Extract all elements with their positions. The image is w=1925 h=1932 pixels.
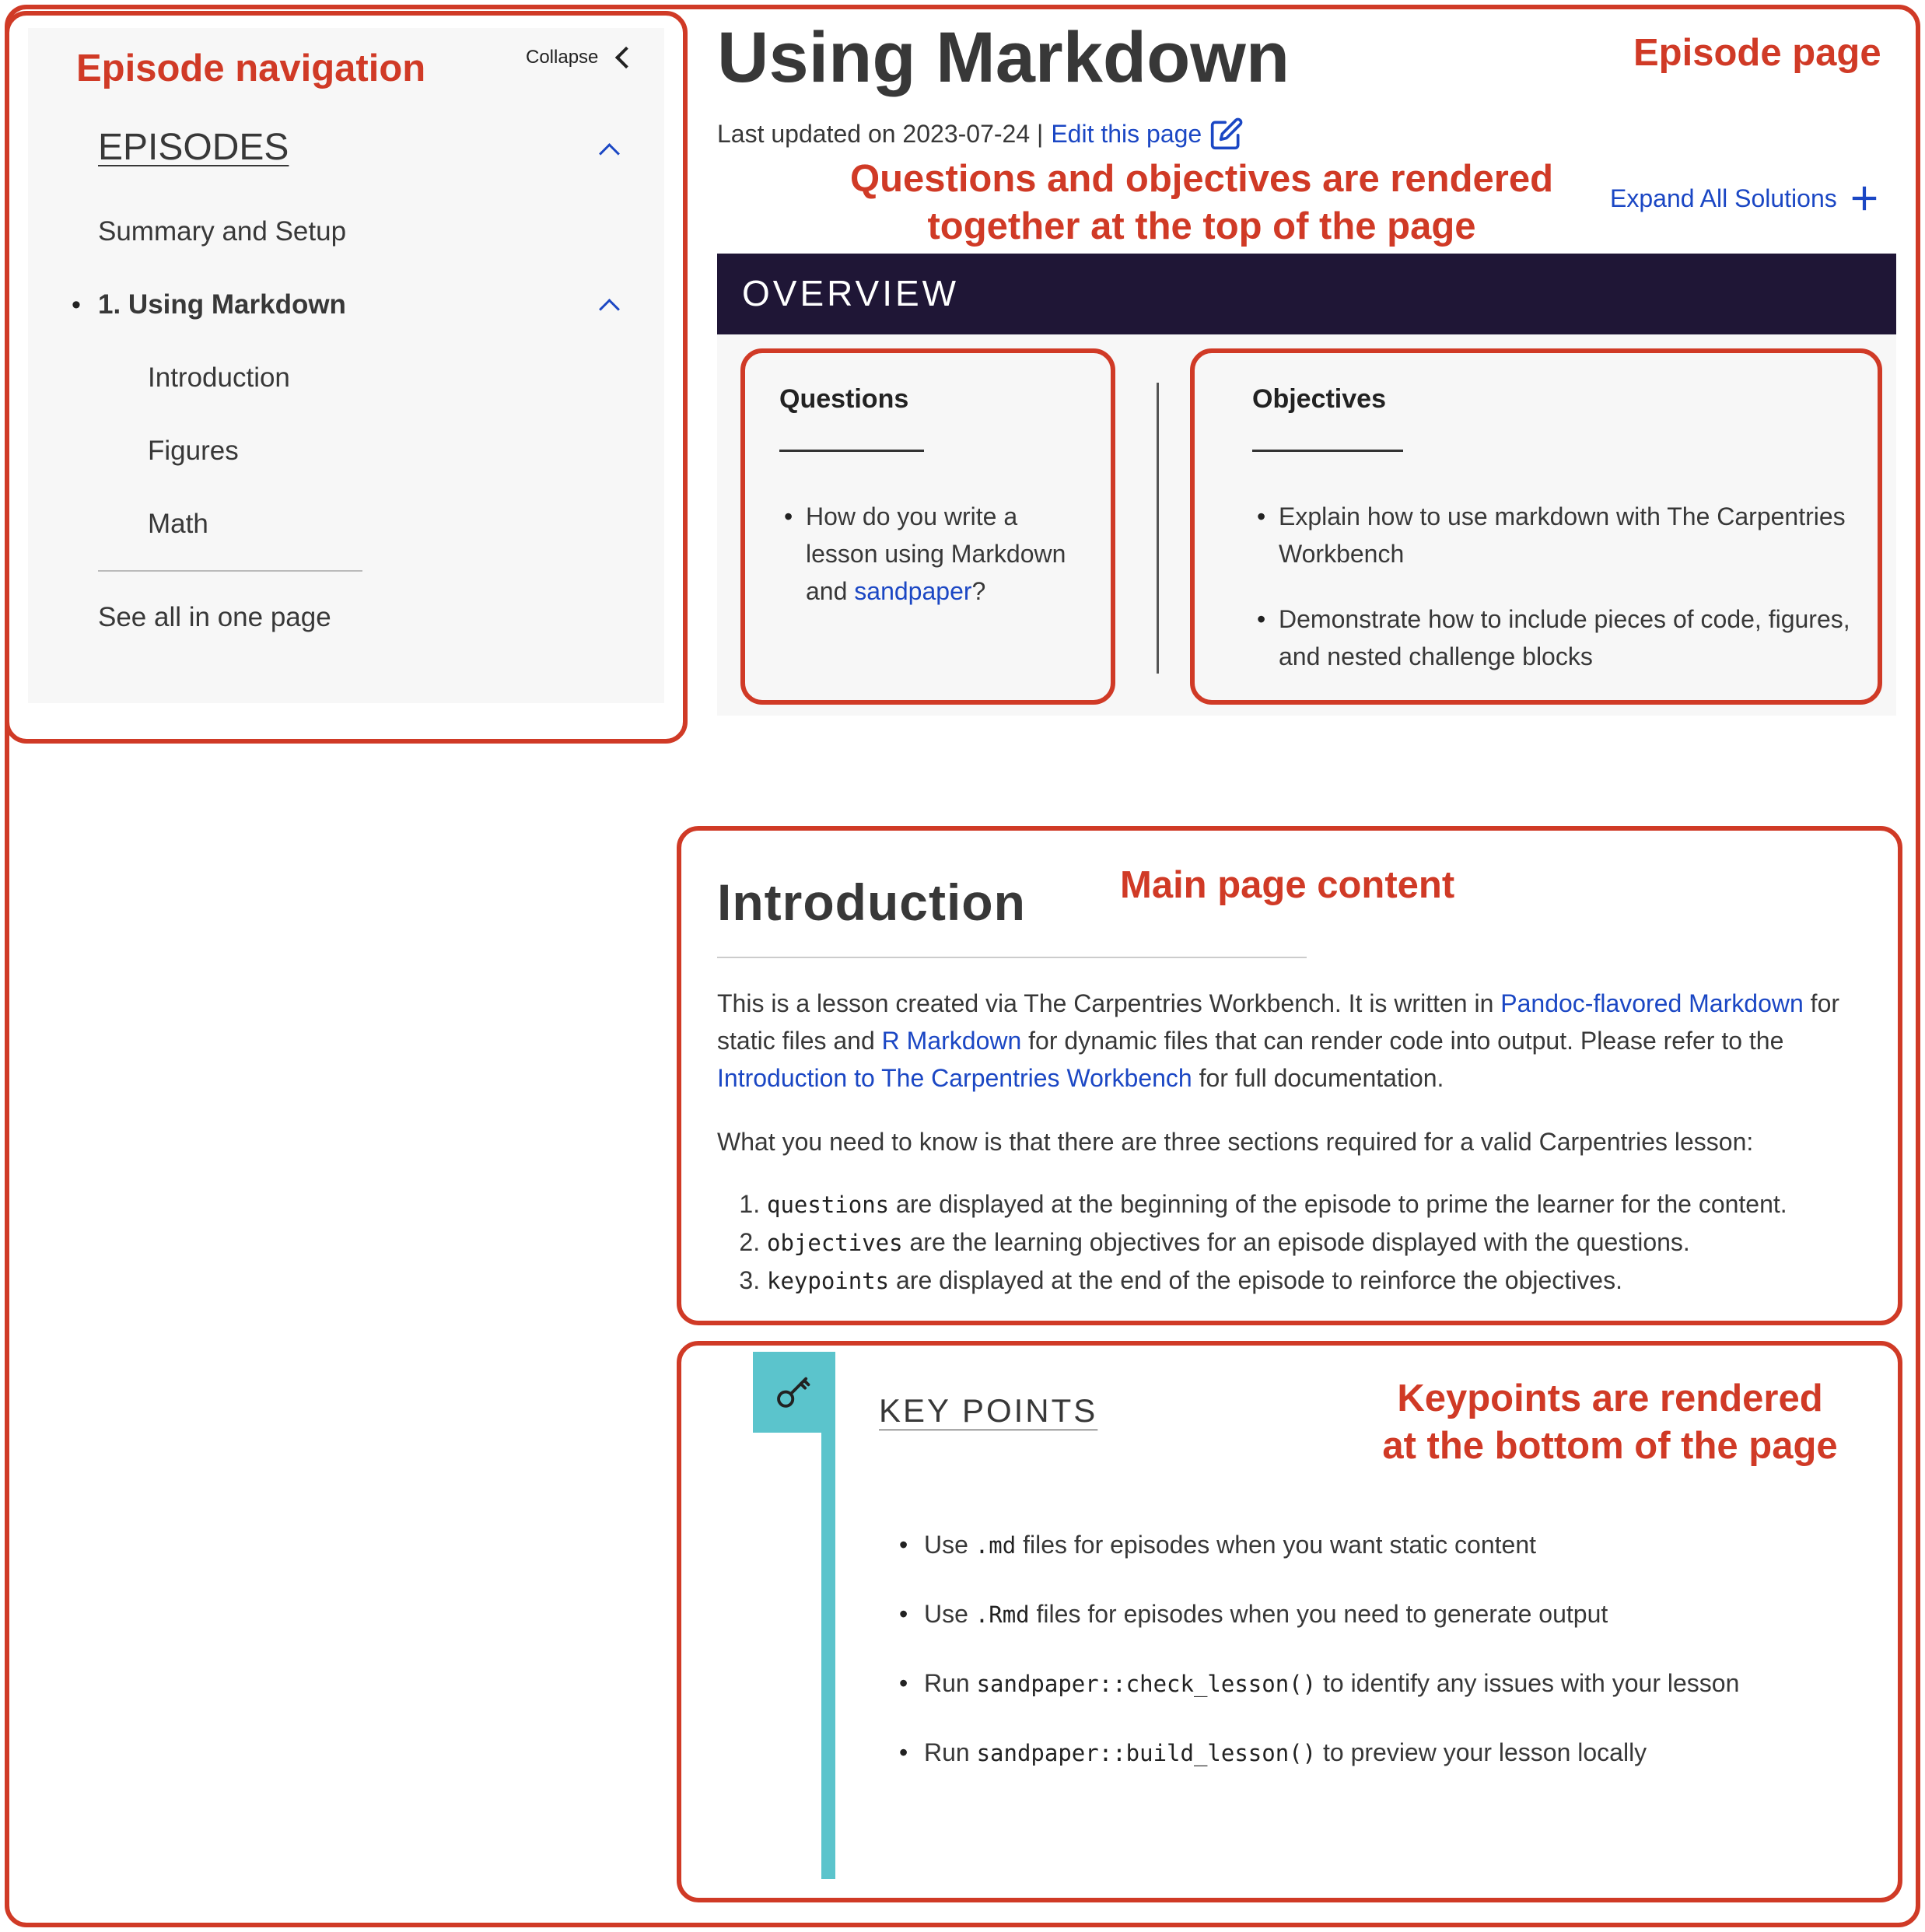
objectives-list: Explain how to use markdown with The Car… — [1252, 498, 1867, 675]
list-item: Explain how to use markdown with The Car… — [1252, 498, 1867, 572]
keypoints-icon-tab — [753, 1352, 835, 1433]
keypoints-list: Use .md files for episodes when you want… — [894, 1526, 1874, 1803]
sidebar-item-using-markdown[interactable]: • 1. Using Markdown — [72, 289, 346, 320]
list-item: questions are displayed at the beginning… — [767, 1185, 1925, 1223]
intro-paragraph: This is a lesson created via The Carpent… — [717, 989, 1840, 1092]
list-item: Use .Rmd files for episodes when you nee… — [894, 1595, 1874, 1664]
collapse-label: Collapse — [526, 47, 599, 68]
last-updated-line: Last updated on 2023-07-24 | Edit this p… — [717, 117, 1244, 151]
keypoints-heading: KEY POINTS — [879, 1392, 1098, 1429]
required-sections-list: questions are displayed at the beginning… — [717, 1185, 1925, 1300]
sidebar-subitem-figures[interactable]: Figures — [148, 436, 239, 467]
questions-title: Questions — [779, 384, 909, 414]
sidebar-subitem-math[interactable]: Math — [148, 509, 208, 540]
expand-all-solutions-button[interactable]: Expand All Solutions — [1610, 184, 1879, 213]
edit-icon[interactable] — [1209, 117, 1244, 151]
sidebar-item-summary-and-setup[interactable]: Summary and Setup — [98, 216, 346, 247]
workbench-intro-link[interactable]: Introduction to The Carpentries Workbenc… — [717, 1064, 1192, 1092]
plus-icon — [1852, 186, 1876, 211]
active-bullet: • — [72, 289, 81, 320]
list-item: keypoints are displayed at the end of th… — [767, 1262, 1925, 1300]
chevron-left-icon — [615, 46, 638, 69]
collapse-button[interactable]: Collapse — [526, 42, 638, 73]
sidebar-subitem-introduction[interactable]: Introduction — [148, 362, 290, 394]
intro-paragraph-2: What you need to know is that there are … — [717, 1128, 1754, 1156]
list-item: How do you write a lesson using Markdown… — [779, 498, 1090, 610]
main-content-annotation: Main page content — [1120, 864, 1455, 906]
episode-navigation-annotation: Episode navigation — [76, 47, 426, 89]
list-item: Use .md files for episodes when you want… — [894, 1526, 1874, 1595]
last-updated-text: Last updated on 2023-07-24 | — [717, 119, 1044, 148]
keypoints-annotation: Keypoints are rendered at the bottom of … — [1382, 1377, 1838, 1468]
r-markdown-link[interactable]: R Markdown — [882, 1027, 1022, 1055]
introduction-rule — [717, 957, 1307, 958]
expand-all-label: Expand All Solutions — [1610, 184, 1837, 212]
introduction-heading: Introduction — [717, 873, 1026, 931]
sidebar-item-label: 1. Using Markdown — [98, 289, 346, 320]
episode-page-annotation: Episode page — [1633, 32, 1881, 74]
episodes-heading[interactable]: EPISODES — [98, 126, 289, 169]
sidebar-divider — [98, 570, 362, 572]
sandpaper-link[interactable]: sandpaper — [854, 577, 971, 605]
pandoc-markdown-link[interactable]: Pandoc-flavored Markdown — [1500, 989, 1804, 1017]
sidebar-see-all-link[interactable]: See all in one page — [98, 602, 331, 633]
overview-divider — [1157, 383, 1159, 674]
page-title: Using Markdown — [717, 18, 1290, 97]
edit-page-link[interactable]: Edit this page — [1051, 120, 1202, 149]
list-item: objectives are the learning objectives f… — [767, 1223, 1925, 1262]
overview-title: OVERVIEW — [742, 273, 960, 313]
list-item: Run sandpaper::check_lesson() to identif… — [894, 1664, 1874, 1734]
episode-navigation-frame — [5, 11, 688, 744]
questions-underline — [779, 450, 924, 452]
objectives-title: Objectives — [1252, 384, 1386, 414]
key-icon — [777, 1377, 810, 1408]
questions-list: How do you write a lesson using Markdown… — [779, 498, 1090, 610]
list-item: Demonstrate how to include pieces of cod… — [1252, 600, 1867, 675]
objectives-underline — [1252, 450, 1403, 452]
questions-objectives-annotation: Questions and objectives are rendered to… — [849, 158, 1554, 248]
list-item: Run sandpaper::build_lesson() to preview… — [894, 1734, 1874, 1803]
